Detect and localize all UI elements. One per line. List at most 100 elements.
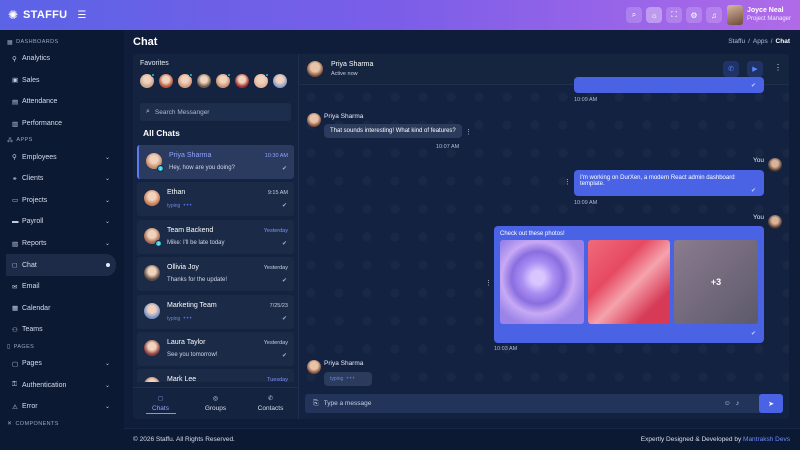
chevron-down-icon: ⌄ bbox=[104, 176, 110, 183]
sidebar-item-clients[interactable]: ⚭ Clients ⌄ bbox=[0, 168, 124, 190]
page-icon: ▯ bbox=[7, 344, 11, 351]
breadcrumb-separator: / bbox=[770, 38, 773, 45]
chevron-down-icon: ⌄ bbox=[104, 361, 110, 368]
sender-name: Priya Sharma bbox=[324, 113, 364, 120]
emoji-icon[interactable]: ☺ bbox=[724, 400, 731, 407]
credit-link[interactable]: Mantraksh Devs bbox=[743, 436, 790, 443]
notification-icon[interactable]: ♫ bbox=[706, 7, 722, 23]
favorite-avatar[interactable] bbox=[197, 74, 211, 88]
photo-thumbnail[interactable] bbox=[588, 240, 670, 324]
conversation-item[interactable]: Mark Lee Tuesday✔ bbox=[137, 369, 294, 382]
sidebar-item-chat[interactable]: ◻ Chat bbox=[6, 254, 116, 276]
last-message: See you tomorrow! bbox=[167, 351, 218, 358]
sidebar-item-calendar[interactable]: ▦ Calendar bbox=[0, 298, 124, 320]
tab-chats[interactable]: ◻ Chats bbox=[141, 389, 181, 419]
sidebar-section-components: ✕ COMPONENTS bbox=[7, 420, 59, 428]
message-options-icon[interactable]: ⋮ bbox=[485, 279, 492, 287]
message-options-icon[interactable]: ⋮ bbox=[564, 178, 571, 186]
brand[interactable]: ✺ STAFFU ☰ bbox=[8, 9, 123, 21]
conversation-name: Marketing Team bbox=[167, 301, 217, 309]
breadcrumb-separator: / bbox=[748, 38, 750, 45]
user-avatar bbox=[768, 158, 782, 172]
microphone-icon[interactable]: ♪ bbox=[736, 400, 740, 407]
sidebar-item-pages[interactable]: ▢ Pages ⌄ bbox=[0, 353, 124, 375]
breadcrumb-item-home[interactable]: Staffu bbox=[728, 38, 745, 45]
photo-thumbnail[interactable] bbox=[500, 240, 584, 324]
more-photos-button[interactable]: +3 bbox=[674, 240, 758, 324]
mail-icon: ✉ bbox=[12, 283, 18, 291]
message-bubble-out: I'm working on DurXen, a modern React ad… bbox=[574, 170, 764, 196]
avatar bbox=[144, 377, 160, 382]
video-icon: ▶ bbox=[752, 66, 758, 73]
more-photos-count: +3 bbox=[710, 277, 722, 287]
more-options-icon[interactable]: ⋮ bbox=[774, 63, 782, 72]
conversation-item[interactable]: Ethan 9:15 AM typing ••• ✔ bbox=[137, 182, 294, 217]
menu-toggle-icon[interactable]: ☰ bbox=[77, 10, 86, 21]
breadcrumb: Staffu / Apps / Chat bbox=[728, 38, 790, 45]
voice-call-button[interactable]: ✆ bbox=[723, 61, 739, 77]
message-options-icon[interactable]: ⋮ bbox=[465, 128, 472, 136]
conversation-item[interactable]: Ollivia Joy Yesterday Thanks for the upda… bbox=[137, 257, 294, 292]
conversation-item[interactable]: Marketing Team 7/25/23 typing ••• ✔ bbox=[137, 294, 294, 329]
video-call-button[interactable]: ▶ bbox=[747, 61, 763, 77]
tab-contacts[interactable]: ✆ Contacts bbox=[251, 389, 291, 419]
user-menu[interactable]: Joyce Neal Project Manager bbox=[727, 5, 791, 25]
top-navbar: ✺ STAFFU ☰ ⌕ ☼ ⛶ ⚙ ♫ Joyce Neal Project … bbox=[0, 0, 800, 30]
conversation-item[interactable]: 3 Team Backend Yesterday Mike: I'll be lat… bbox=[137, 219, 294, 254]
favorite-avatar[interactable] bbox=[216, 73, 231, 88]
contact-avatar[interactable] bbox=[307, 61, 323, 77]
theme-icon[interactable]: ☼ bbox=[646, 7, 662, 23]
sender-avatar bbox=[307, 113, 321, 127]
search-box[interactable]: ⌕ bbox=[140, 103, 291, 121]
read-check-icon: ✔ bbox=[751, 188, 757, 194]
avatar bbox=[144, 339, 160, 356]
chevron-down-icon: ⌄ bbox=[104, 241, 110, 248]
read-check-icon: ✔ bbox=[281, 315, 287, 322]
sidebar-item-error[interactable]: ⚠ Error ⌄ bbox=[0, 396, 124, 418]
sidebar-item-teams[interactable]: ⚇ Teams bbox=[0, 319, 124, 341]
sidebar-item-sales[interactable]: ▣ Sales bbox=[0, 70, 124, 92]
favorite-avatar[interactable] bbox=[235, 74, 249, 88]
read-check-icon: ✔ bbox=[281, 203, 287, 210]
sidebar-item-performance[interactable]: ▥ Performance bbox=[0, 113, 124, 135]
sidebar-item-payroll[interactable]: ▬ Payroll ⌄ bbox=[0, 211, 124, 233]
message-input[interactable] bbox=[323, 400, 719, 407]
read-check-icon: ✔ bbox=[281, 352, 287, 359]
sidebar-item-projects[interactable]: ▭ Projects ⌄ bbox=[0, 190, 124, 212]
sidebar-item-authentication[interactable]: ⚿ Authentication ⌄ bbox=[0, 374, 124, 396]
sidebar-item-reports[interactable]: ▧ Reports ⌄ bbox=[0, 233, 124, 255]
typing-indicator: typing ••• bbox=[167, 203, 193, 210]
sidebar-item-analytics[interactable]: ⚲ Analytics bbox=[0, 48, 124, 70]
tab-groups[interactable]: ◎ Groups bbox=[196, 389, 236, 419]
favorite-avatar[interactable] bbox=[273, 74, 287, 88]
conversation-name: Team Backend bbox=[167, 226, 214, 234]
attachment-icon[interactable]: ⎘ bbox=[313, 400, 319, 408]
sidebar-item-employees[interactable]: ⚲ Employees ⌄ bbox=[0, 146, 124, 168]
favorite-avatar[interactable] bbox=[254, 73, 269, 88]
conversation-item[interactable]: 2 Priya Sharma 10:30 AM Hey, how are you d… bbox=[137, 145, 294, 179]
search-icon[interactable]: ⌕ bbox=[626, 7, 642, 23]
sidebar-item-label: Sales bbox=[22, 76, 40, 84]
contact-name[interactable]: Priya Sharma bbox=[331, 61, 373, 68]
favorite-avatar[interactable] bbox=[178, 73, 193, 88]
sidebar-item-label: Pages bbox=[22, 360, 42, 368]
avatar bbox=[144, 265, 160, 282]
conversation-name: Ollivia Joy bbox=[167, 264, 199, 272]
send-button[interactable]: ➤ bbox=[759, 394, 783, 413]
favorite-avatar[interactable] bbox=[159, 74, 173, 88]
team-icon: ⚇ bbox=[12, 326, 18, 334]
favorite-avatar[interactable] bbox=[140, 73, 155, 88]
groups-icon: ◎ bbox=[212, 395, 219, 402]
settings-icon[interactable]: ⚙ bbox=[686, 7, 702, 23]
chat-tabs: ◻ Chats ◎ Groups ✆ Contacts bbox=[133, 387, 298, 419]
sidebar-item-email[interactable]: ✉ Email bbox=[0, 276, 124, 298]
chevron-down-icon: ⌄ bbox=[104, 404, 110, 411]
message-area[interactable]: ✔ 10:09 AM Priya Sharma That sounds inte… bbox=[299, 77, 789, 388]
search-input[interactable] bbox=[154, 108, 285, 116]
search-icon: ⌕ bbox=[146, 108, 150, 115]
fullscreen-icon[interactable]: ⛶ bbox=[666, 7, 682, 23]
conversation-item[interactable]: Laura Taylor Yesterday See you tomorrow! ✔ bbox=[137, 331, 294, 366]
conversation-time: 9:15 AM bbox=[267, 190, 288, 197]
sidebar-item-attendance[interactable]: ▤ Attendance bbox=[0, 91, 124, 113]
breadcrumb-item-apps[interactable]: Apps bbox=[753, 38, 768, 45]
